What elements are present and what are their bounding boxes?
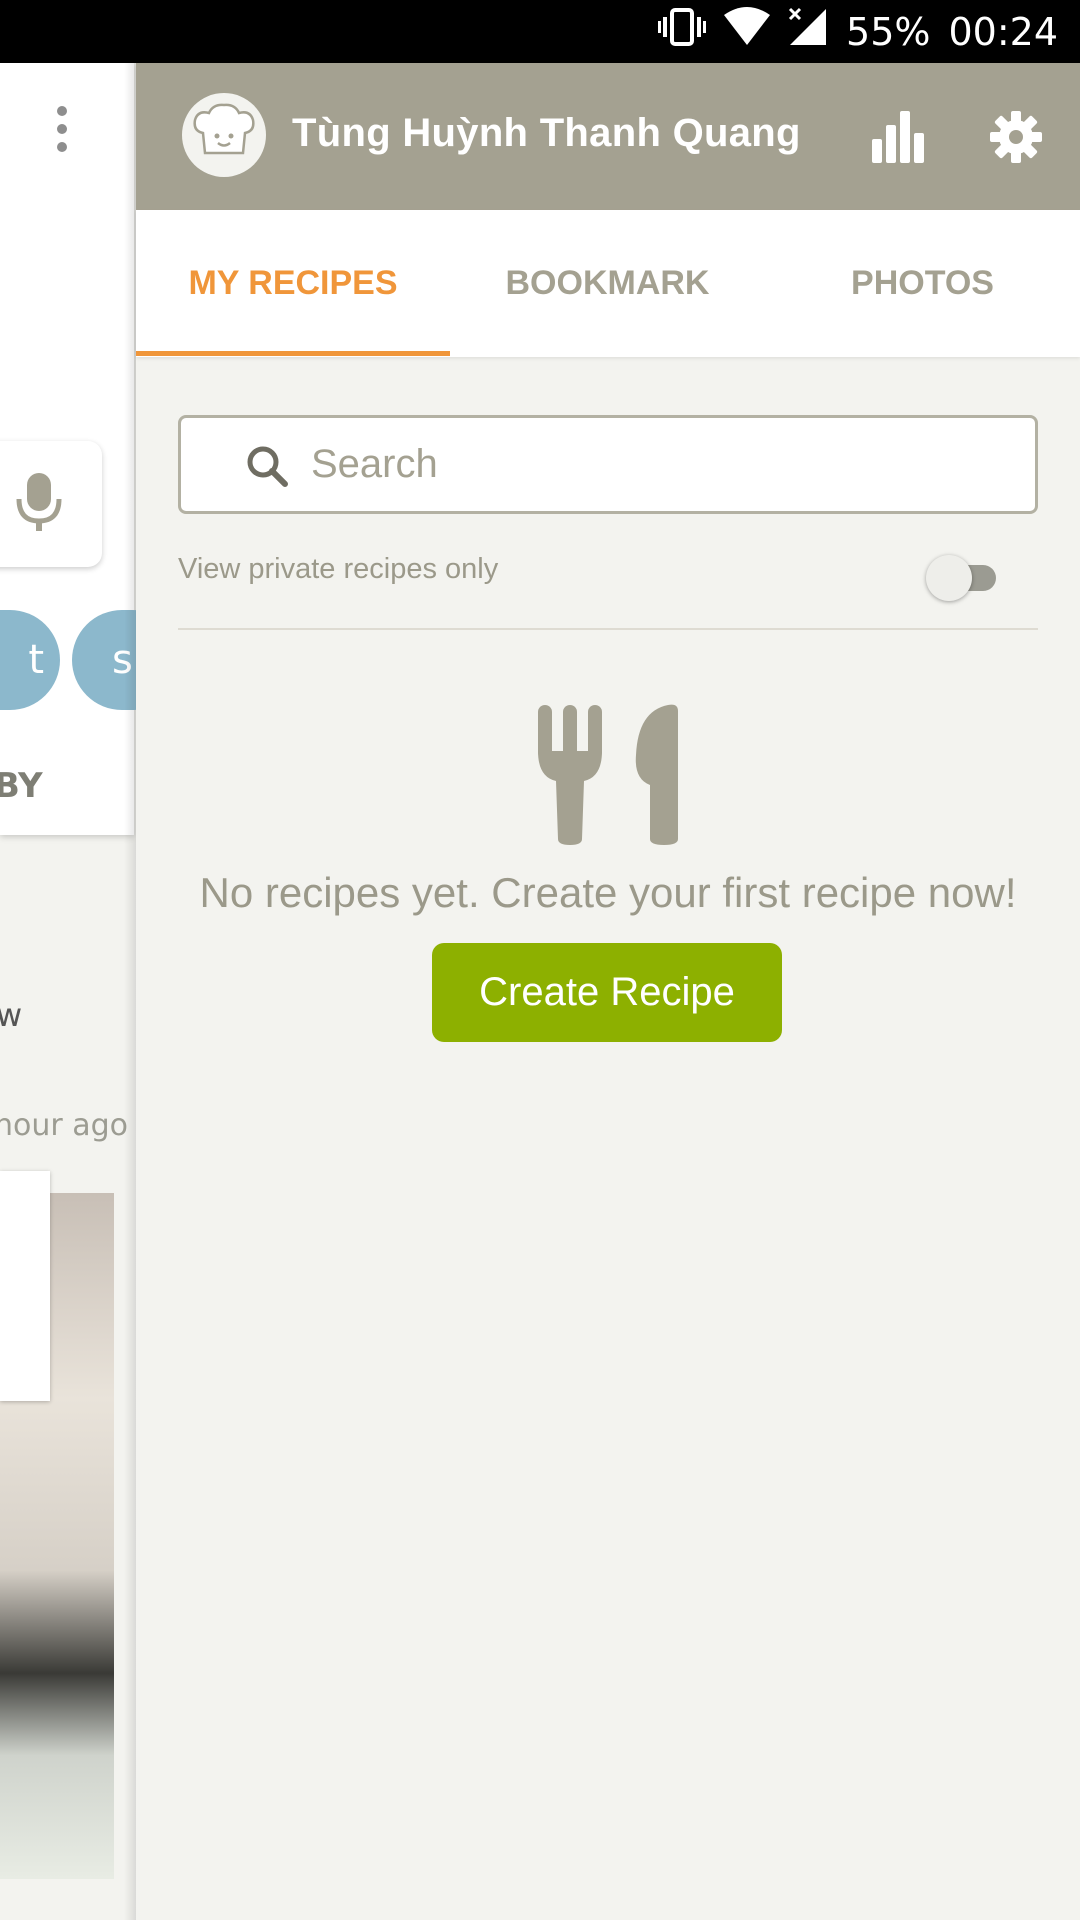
search-input[interactable] <box>311 418 1011 511</box>
empty-state-message: No recipes yet. Create your first recipe… <box>199 869 1017 916</box>
fork-knife-icon <box>536 703 680 851</box>
bar-chart-icon[interactable] <box>870 109 926 169</box>
feed-popup <box>0 1171 50 1401</box>
search-box[interactable] <box>178 415 1038 514</box>
category-chip[interactable]: t <box>0 610 60 710</box>
clock: 00:24 <box>948 9 1058 54</box>
section-label: BY <box>0 766 43 806</box>
search-icon <box>245 444 289 492</box>
profile-drawer: Tùng Huỳnh Thanh Quang MY RECIPES BOOKMA… <box>136 63 1080 1920</box>
active-tab-indicator <box>136 351 450 356</box>
background-screen: t s BY w hour ago <box>0 63 136 1920</box>
chef-hat-icon <box>189 103 259 167</box>
voice-search-button[interactable] <box>0 441 102 567</box>
private-recipes-toggle[interactable] <box>926 551 1006 603</box>
signal-icon <box>788 7 828 56</box>
gear-icon[interactable] <box>989 110 1043 168</box>
wifi-icon <box>724 7 771 56</box>
tab-photos[interactable]: PHOTOS <box>765 210 1080 357</box>
create-recipe-button[interactable]: Create Recipe <box>432 943 782 1042</box>
more-options-icon[interactable] <box>57 106 69 154</box>
background-card: t s BY <box>0 63 136 835</box>
status-bar: 55% 00:24 <box>0 0 1080 63</box>
private-recipes-label: View private recipes only <box>178 553 499 585</box>
tab-bookmark[interactable]: BOOKMARK <box>450 210 765 357</box>
avatar[interactable] <box>182 93 266 177</box>
microphone-icon <box>16 471 62 537</box>
tab-bar: MY RECIPES BOOKMARK PHOTOS <box>136 210 1080 357</box>
feed-text: w <box>0 996 23 1034</box>
battery-percent: 55% <box>846 9 931 54</box>
divider <box>178 628 1038 630</box>
user-name: Tùng Huỳnh Thanh Quang <box>292 111 801 155</box>
drawer-header: Tùng Huỳnh Thanh Quang <box>136 63 1080 210</box>
toggle-thumb <box>926 555 972 601</box>
vibrate-icon <box>658 7 707 56</box>
feed-timestamp: hour ago <box>0 1108 129 1143</box>
tab-my-recipes[interactable]: MY RECIPES <box>136 210 450 357</box>
